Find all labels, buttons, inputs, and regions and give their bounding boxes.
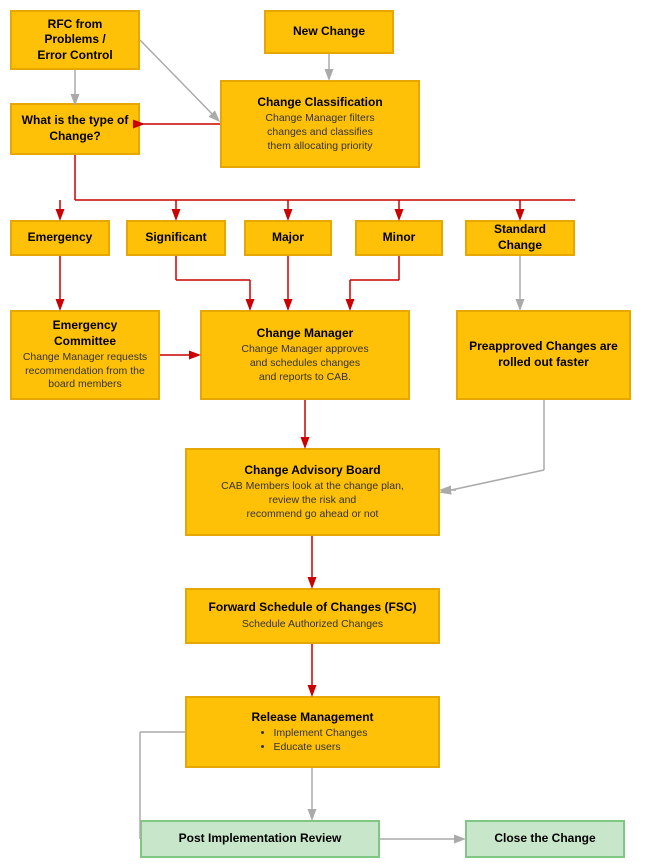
fsc-subtitle: Schedule Authorized Changes <box>242 618 383 632</box>
significant-title: Significant <box>145 230 206 246</box>
change-manager-box: Change Manager Change Manager approves a… <box>200 310 410 400</box>
change-classification-subtitle: Change Manager filters changes and class… <box>265 112 374 153</box>
standard-change-title: Standard Change <box>475 222 565 253</box>
what-type-title: What is the type of Change? <box>22 113 129 144</box>
what-type-box: What is the type of Change? <box>10 103 140 155</box>
rfc-box: RFC from Problems / Error Control <box>10 10 140 70</box>
change-classification-box: Change Classification Change Manager fil… <box>220 80 420 168</box>
close-change-title: Close the Change <box>494 831 595 847</box>
major-box: Major <box>244 220 332 256</box>
rfc-title: RFC from Problems / Error Control <box>20 17 130 64</box>
new-change-box: New Change <box>264 10 394 54</box>
minor-title: Minor <box>383 230 416 246</box>
change-classification-title: Change Classification <box>257 95 382 111</box>
emergency-box: Emergency <box>10 220 110 256</box>
post-implementation-title: Post Implementation Review <box>179 831 342 847</box>
cab-title: Change Advisory Board <box>244 463 380 479</box>
emergency-title: Emergency <box>28 230 93 246</box>
fsc-title: Forward Schedule of Changes (FSC) <box>208 600 416 616</box>
new-change-title: New Change <box>293 24 365 40</box>
release-bullet-2: Educate users <box>274 741 368 755</box>
post-implementation-box: Post Implementation Review <box>140 820 380 858</box>
change-manager-title: Change Manager <box>257 326 354 342</box>
significant-box: Significant <box>126 220 226 256</box>
cab-box: Change Advisory Board CAB Members look a… <box>185 448 440 536</box>
fsc-box: Forward Schedule of Changes (FSC) Schedu… <box>185 588 440 644</box>
preapproved-title: Preapproved Changes are rolled out faste… <box>469 339 618 370</box>
diagram: RFC from Problems / Error Control New Ch… <box>0 0 649 868</box>
major-title: Major <box>272 230 304 246</box>
minor-box: Minor <box>355 220 443 256</box>
emergency-committee-subtitle: Change Manager requests recommendation f… <box>23 351 147 392</box>
emergency-committee-box: Emergency Committee Change Manager reque… <box>10 310 160 400</box>
release-bullet-1: Implement Changes <box>274 727 368 741</box>
cab-subtitle: CAB Members look at the change plan, rev… <box>221 480 404 521</box>
close-change-box: Close the Change <box>465 820 625 858</box>
preapproved-box: Preapproved Changes are rolled out faste… <box>456 310 631 400</box>
standard-change-box: Standard Change <box>465 220 575 256</box>
change-manager-subtitle: Change Manager approves and schedules ch… <box>241 343 368 384</box>
release-management-bullets: Implement Changes Educate users <box>258 727 368 754</box>
release-management-title: Release Management <box>251 710 373 726</box>
emergency-committee-title: Emergency Committee <box>20 318 150 349</box>
release-management-box: Release Management Implement Changes Edu… <box>185 696 440 768</box>
